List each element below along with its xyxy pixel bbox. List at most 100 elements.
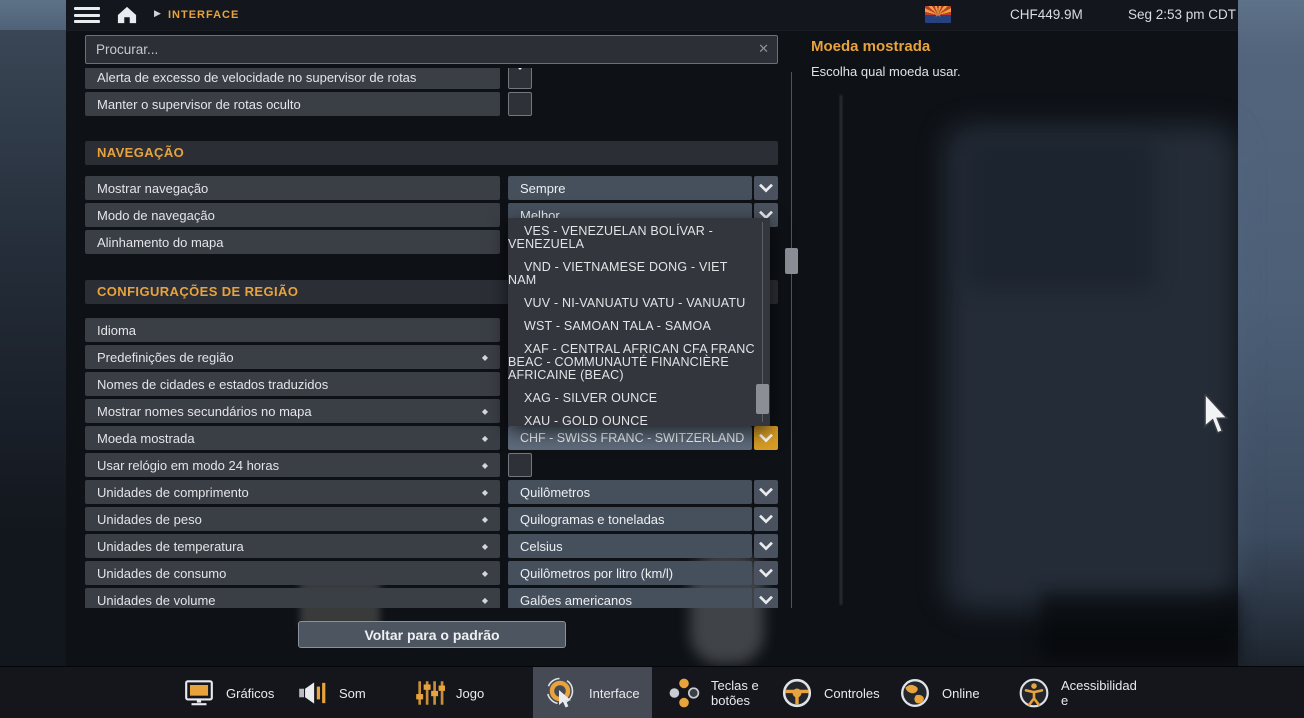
setting-label: Alerta de excesso de velocidade no super… xyxy=(97,69,417,85)
truck-scene-right xyxy=(1238,0,1304,666)
temperature-units-select[interactable]: Celsius xyxy=(508,534,752,558)
tab-label: Jogo xyxy=(456,685,485,701)
tab-interface[interactable]: Interface xyxy=(533,667,652,718)
tab-gameplay[interactable]: Jogo xyxy=(400,667,496,718)
modified-diamond-icon: ◆ xyxy=(481,433,488,443)
tab-label: Gráficos xyxy=(226,685,275,701)
gamepad-buttons-icon xyxy=(667,676,701,710)
currency-dropdown-popup: VES - VENEZUELAN BOLÍVAR - VENEZUELA VND… xyxy=(508,218,770,426)
setting-row: Unidades de consumo ◆ Quilômetros por li… xyxy=(85,561,797,585)
tab-label: Som xyxy=(339,685,366,701)
show-navigation-select[interactable]: Sempre xyxy=(508,176,752,200)
dropdown-option[interactable]: WST - SAMOAN TALA - SAMOA xyxy=(508,315,770,338)
hide-route-advisor-checkbox[interactable] xyxy=(508,92,532,116)
tab-label: Acessibilidade xyxy=(1061,678,1137,708)
modified-diamond-icon: ◆ xyxy=(481,460,488,470)
volume-units-select[interactable]: Galões americanos xyxy=(508,588,752,608)
dropdown-option[interactable]: VES - VENEZUELAN BOLÍVAR - VENEZUELA xyxy=(508,220,770,256)
tab-online[interactable]: Online xyxy=(886,667,992,718)
reset-to-default-button[interactable]: Voltar para o padrão xyxy=(298,621,566,648)
steering-wheel-icon xyxy=(780,676,814,710)
main-scrollbar-track[interactable] xyxy=(791,72,792,608)
setting-label: Mostrar navegação xyxy=(97,180,209,196)
tab-controls[interactable]: Controles xyxy=(768,667,892,718)
check-icon xyxy=(513,68,527,78)
arizona-flag-icon: ★ xyxy=(925,6,951,23)
dropdown-option[interactable]: XAG - SILVER OUNCE xyxy=(508,387,770,410)
setting-label: Nomes de cidades e estados traduzidos xyxy=(97,376,329,392)
section-header-navigation: NAVEGAÇÃO xyxy=(85,141,778,165)
tab-keys-buttons[interactable]: Teclas e botões xyxy=(655,667,785,718)
chevron-down-icon[interactable] xyxy=(754,426,778,450)
setting-row: Alerta de excesso de velocidade no super… xyxy=(85,68,797,89)
setting-label: Usar relógio em modo 24 horas xyxy=(97,457,280,473)
cursor-click-icon xyxy=(545,676,579,710)
chevron-down-icon[interactable] xyxy=(754,507,778,531)
modified-diamond-icon: ◆ xyxy=(481,487,488,497)
setting-label: Unidades de volume xyxy=(97,592,216,608)
breadcrumb-arrow-icon: ▶ xyxy=(154,8,161,18)
money-balance: CHF449.9M xyxy=(1010,7,1083,22)
chevron-down-icon[interactable] xyxy=(754,176,778,200)
currency-select[interactable]: CHF - SWISS FRANC - SWITZERLAND xyxy=(508,426,752,450)
setting-row: Unidades de peso ◆ Quilogramas e tonelad… xyxy=(85,507,797,531)
setting-row: Unidades de temperatura ◆ Celsius xyxy=(85,534,797,558)
search-bar: ✕ xyxy=(85,35,778,64)
tab-label: Controles xyxy=(824,685,880,701)
setting-label: Idioma xyxy=(97,322,137,338)
setting-label: Alinhamento do mapa xyxy=(97,234,224,250)
chevron-down-icon[interactable] xyxy=(754,480,778,504)
tab-sound[interactable]: Som xyxy=(283,667,378,718)
setting-row: Usar relógio em modo 24 horas ◆ xyxy=(85,453,797,477)
game-datetime: Seg 2:53 pm CDT xyxy=(1128,7,1237,22)
monitor-icon xyxy=(182,676,216,710)
setting-label: Unidades de comprimento xyxy=(97,484,249,500)
modified-diamond-icon: ◆ xyxy=(481,514,488,524)
main-scrollbar-handle[interactable] xyxy=(785,248,798,274)
weight-units-select[interactable]: Quilogramas e toneladas xyxy=(508,507,752,531)
dropdown-option[interactable]: VUV - NI-VANUATU VATU - VANUATU xyxy=(508,292,770,315)
top-bar: ▶ INTERFACE ★ CHF449.9M Seg 2:53 pm CDT xyxy=(66,0,1238,30)
modified-diamond-icon: ◆ xyxy=(481,595,488,605)
tab-label: Teclas e botões xyxy=(711,678,759,708)
home-icon[interactable] xyxy=(116,5,138,30)
fuel-consumption-units-select[interactable]: Quilômetros por litro (km/l) xyxy=(508,561,752,585)
clear-search-icon[interactable]: ✕ xyxy=(758,41,769,57)
tab-label: Online xyxy=(942,685,980,701)
sliders-icon xyxy=(412,676,446,710)
setting-row: Unidades de comprimento ◆ Quilômetros xyxy=(85,480,797,504)
accessibility-icon xyxy=(1017,676,1051,710)
setting-label: Unidades de temperatura xyxy=(97,538,244,554)
settings-tab-bar: Gráficos Som Jogo Interface Teclas e bot… xyxy=(0,666,1304,718)
setting-label: Mostrar nomes secundários no mapa xyxy=(97,403,312,419)
menu-icon[interactable] xyxy=(74,7,100,23)
modified-diamond-icon: ◆ xyxy=(481,352,488,362)
modified-diamond-icon: ◆ xyxy=(481,568,488,578)
dropdown-option[interactable]: VND - VIETNAMESE DONG - VIET NAM xyxy=(508,256,770,292)
dropdown-scrollbar-handle[interactable] xyxy=(756,384,769,414)
length-units-select[interactable]: Quilômetros xyxy=(508,480,752,504)
search-input[interactable] xyxy=(85,35,778,64)
setting-label: Moeda mostrada xyxy=(97,430,195,446)
dropdown-option[interactable]: XAF - CENTRAL AFRICAN CFA FRANC BEAC - C… xyxy=(508,338,770,387)
setting-label: Unidades de peso xyxy=(97,511,202,527)
globe-icon xyxy=(898,676,932,710)
side-panel-description: Escolha qual moeda usar. xyxy=(811,64,961,79)
chevron-down-icon[interactable] xyxy=(754,561,778,585)
modified-diamond-icon: ◆ xyxy=(481,541,488,551)
modified-diamond-icon: ◆ xyxy=(481,406,488,416)
chevron-down-icon[interactable] xyxy=(754,588,778,608)
setting-label: Manter o supervisor de rotas oculto xyxy=(97,96,301,112)
setting-row: Mostrar navegação Sempre xyxy=(85,176,797,200)
clock-24h-checkbox[interactable] xyxy=(508,453,532,477)
speaker-icon xyxy=(295,676,329,710)
breadcrumb: INTERFACE xyxy=(168,9,240,21)
dropdown-option[interactable]: XAU - GOLD OUNCE xyxy=(508,410,770,427)
setting-row: Manter o supervisor de rotas oculto xyxy=(85,92,797,116)
chevron-down-icon[interactable] xyxy=(754,534,778,558)
tab-accessibility[interactable]: Acessibilidade xyxy=(1005,667,1153,718)
side-panel-title: Moeda mostrada xyxy=(811,38,931,55)
speed-alert-checkbox[interactable] xyxy=(508,68,532,89)
setting-label: Predefinições de região xyxy=(97,349,234,365)
tab-graphics[interactable]: Gráficos xyxy=(170,667,286,718)
